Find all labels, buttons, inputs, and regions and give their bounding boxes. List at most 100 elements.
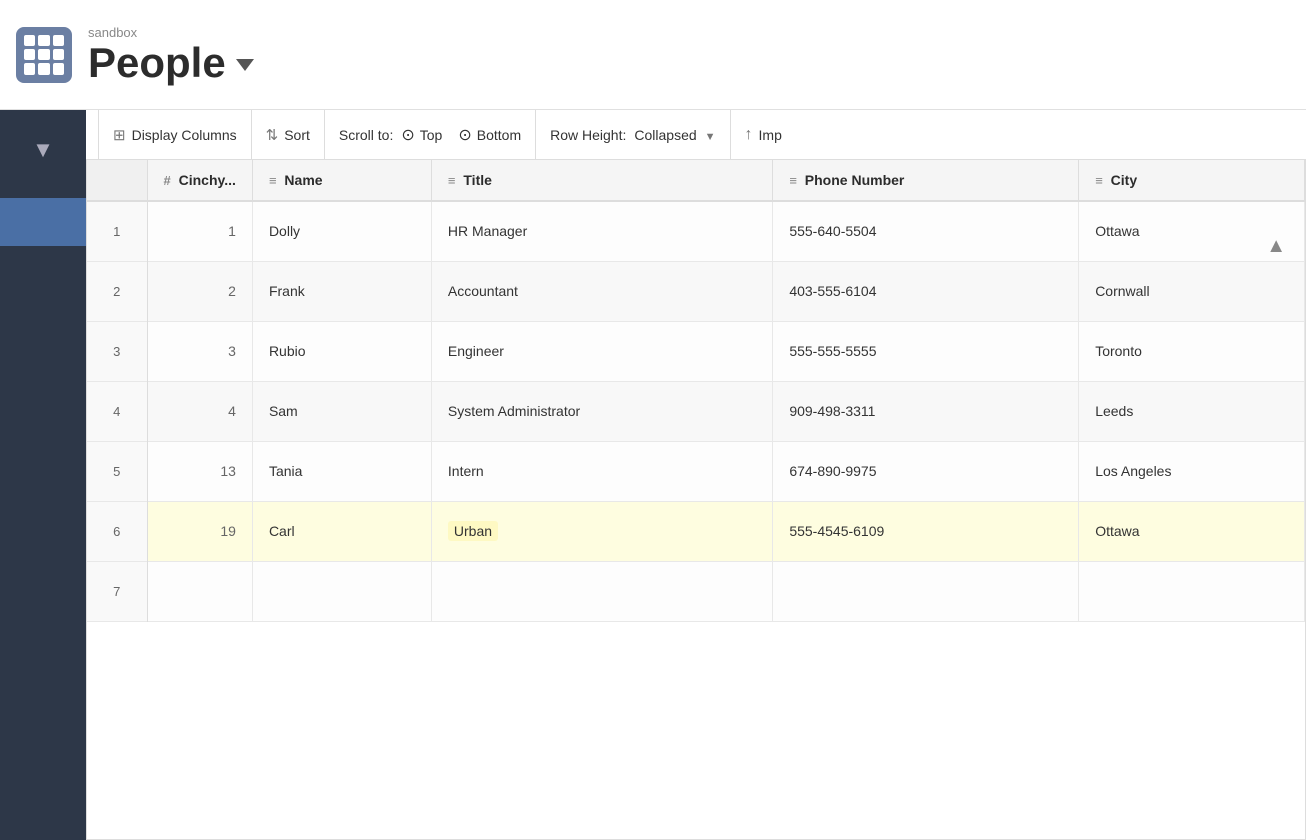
sort-label: Sort — [284, 127, 310, 143]
main-content: Display Columns Sort Scroll to: ⊙ Top ⊙ … — [86, 110, 1306, 840]
table-row[interactable]: 513TaniaIntern674-890-9975Los Angeles — [87, 441, 1305, 501]
title-dropdown-icon[interactable] — [236, 59, 254, 71]
main-layout: ▼ Display Columns Sort Scroll to: ⊙ Top — [0, 110, 1306, 840]
scroll-top-label: Top — [420, 127, 443, 143]
th-phone[interactable]: ≡ Phone Number — [773, 160, 1079, 201]
td-city[interactable] — [1079, 561, 1305, 621]
row-height-label: Row Height: — [550, 127, 626, 143]
td-name[interactable]: Tania — [252, 441, 431, 501]
row-height-dropdown-icon[interactable] — [705, 127, 716, 143]
scroll-bottom-button[interactable]: ⊙ Bottom — [458, 125, 521, 145]
td-name[interactable]: Sam — [252, 381, 431, 441]
td-rownum: 7 — [87, 561, 147, 621]
columns-icon — [113, 126, 126, 144]
td-rownum: 4 — [87, 381, 147, 441]
th-city[interactable]: ≡ City — [1079, 160, 1305, 201]
td-phone[interactable]: 555-555-5555 — [773, 321, 1079, 381]
td-phone[interactable]: 674-890-9975 — [773, 441, 1079, 501]
row-height-section: Row Height: Collapsed — [536, 110, 730, 159]
scroll-to-section: Scroll to: ⊙ Top ⊙ Bottom — [325, 110, 536, 159]
import-icon — [745, 126, 753, 144]
td-name[interactable]: Dolly — [252, 201, 431, 261]
table-header: # Cinchy... ≡ Name ≡ Title ≡ — [87, 160, 1305, 201]
table-area: # Cinchy... ≡ Name ≡ Title ≡ — [86, 160, 1306, 840]
scroll-bottom-label: Bottom — [477, 127, 521, 143]
td-city[interactable]: Ottawa — [1079, 501, 1305, 561]
collapse-arrow[interactable]: ▲ — [1266, 235, 1286, 258]
table-row[interactable]: 619CarlUrban555-4545-6109Ottawa — [87, 501, 1305, 561]
td-city[interactable]: Toronto — [1079, 321, 1305, 381]
scroll-to-label: Scroll to: — [339, 127, 393, 143]
td-phone[interactable]: 555-640-5504 — [773, 201, 1079, 261]
sort-icon — [266, 126, 279, 144]
td-rownum: 1 — [87, 201, 147, 261]
td-title[interactable]: HR Manager — [431, 201, 772, 261]
td-name[interactable]: Rubio — [252, 321, 431, 381]
td-cinchy[interactable]: 13 — [147, 441, 252, 501]
display-columns-button[interactable]: Display Columns — [98, 110, 252, 159]
td-rownum: 5 — [87, 441, 147, 501]
title-col-icon: ≡ — [448, 173, 456, 188]
sidebar-filter-button[interactable]: ▼ — [19, 126, 67, 174]
app-header: sandbox People — [0, 0, 1306, 110]
td-phone[interactable] — [773, 561, 1079, 621]
td-cinchy[interactable]: 2 — [147, 261, 252, 321]
td-phone[interactable]: 403-555-6104 — [773, 261, 1079, 321]
td-title[interactable]: Intern — [431, 441, 772, 501]
th-name[interactable]: ≡ Name — [252, 160, 431, 201]
table-row[interactable]: 11DollyHR Manager555-640-5504Ottawa — [87, 201, 1305, 261]
td-phone[interactable]: 555-4545-6109 — [773, 501, 1079, 561]
th-cinchy-label: Cinchy... — [179, 172, 236, 188]
td-name[interactable]: Carl — [252, 501, 431, 561]
td-title[interactable]: Accountant — [431, 261, 772, 321]
th-title[interactable]: ≡ Title — [431, 160, 772, 201]
td-cinchy[interactable] — [147, 561, 252, 621]
td-rownum: 6 — [87, 501, 147, 561]
td-cinchy[interactable]: 4 — [147, 381, 252, 441]
td-city[interactable]: Los Angeles — [1079, 441, 1305, 501]
filter-icon: ▼ — [32, 137, 54, 163]
td-city[interactable]: Cornwall — [1079, 261, 1305, 321]
td-phone[interactable]: 909-498-3311 — [773, 381, 1079, 441]
table-row[interactable]: 33RubioEngineer555-555-5555Toronto — [87, 321, 1305, 381]
th-phone-label: Phone Number — [805, 172, 905, 188]
table-row[interactable]: 44SamSystem Administrator909-498-3311Lee… — [87, 381, 1305, 441]
td-title[interactable]: Engineer — [431, 321, 772, 381]
td-name[interactable]: Frank — [252, 261, 431, 321]
th-name-label: Name — [284, 172, 322, 188]
td-cinchy[interactable]: 19 — [147, 501, 252, 561]
header-row: # Cinchy... ≡ Name ≡ Title ≡ — [87, 160, 1305, 201]
phone-col-icon: ≡ — [789, 173, 797, 188]
app-subtitle: sandbox — [88, 25, 254, 40]
th-cinchy[interactable]: # Cinchy... — [147, 160, 252, 201]
scroll-top-icon: ⊙ — [401, 125, 414, 145]
toolbar: Display Columns Sort Scroll to: ⊙ Top ⊙ … — [86, 110, 1306, 160]
td-cinchy[interactable]: 3 — [147, 321, 252, 381]
td-title[interactable]: System Administrator — [431, 381, 772, 441]
app-logo — [16, 27, 72, 83]
td-cinchy[interactable]: 1 — [147, 201, 252, 261]
td-city[interactable]: Leeds — [1079, 381, 1305, 441]
cinchy-col-icon: # — [164, 173, 171, 188]
table-row[interactable]: 7 — [87, 561, 1305, 621]
import-button[interactable]: Imp — [731, 110, 796, 159]
scroll-top-button[interactable]: ⊙ Top — [401, 125, 442, 145]
sidebar: ▼ — [0, 110, 86, 840]
city-col-icon: ≡ — [1095, 173, 1103, 188]
import-label: Imp — [759, 127, 782, 143]
th-row-num[interactable] — [87, 160, 147, 201]
th-city-label: City — [1111, 172, 1137, 188]
td-title[interactable] — [431, 561, 772, 621]
sidebar-active-item[interactable] — [0, 198, 86, 246]
table-row[interactable]: 22FrankAccountant403-555-6104Cornwall — [87, 261, 1305, 321]
collapsed-label: Collapsed — [634, 127, 696, 143]
td-title[interactable]: Urban — [431, 501, 772, 561]
app-title: People — [88, 42, 226, 84]
td-name[interactable] — [252, 561, 431, 621]
sort-button[interactable]: Sort — [252, 110, 325, 159]
td-rownum: 3 — [87, 321, 147, 381]
td-rownum: 2 — [87, 261, 147, 321]
title-block: sandbox People — [88, 25, 254, 84]
th-title-label: Title — [463, 172, 492, 188]
name-col-icon: ≡ — [269, 173, 277, 188]
